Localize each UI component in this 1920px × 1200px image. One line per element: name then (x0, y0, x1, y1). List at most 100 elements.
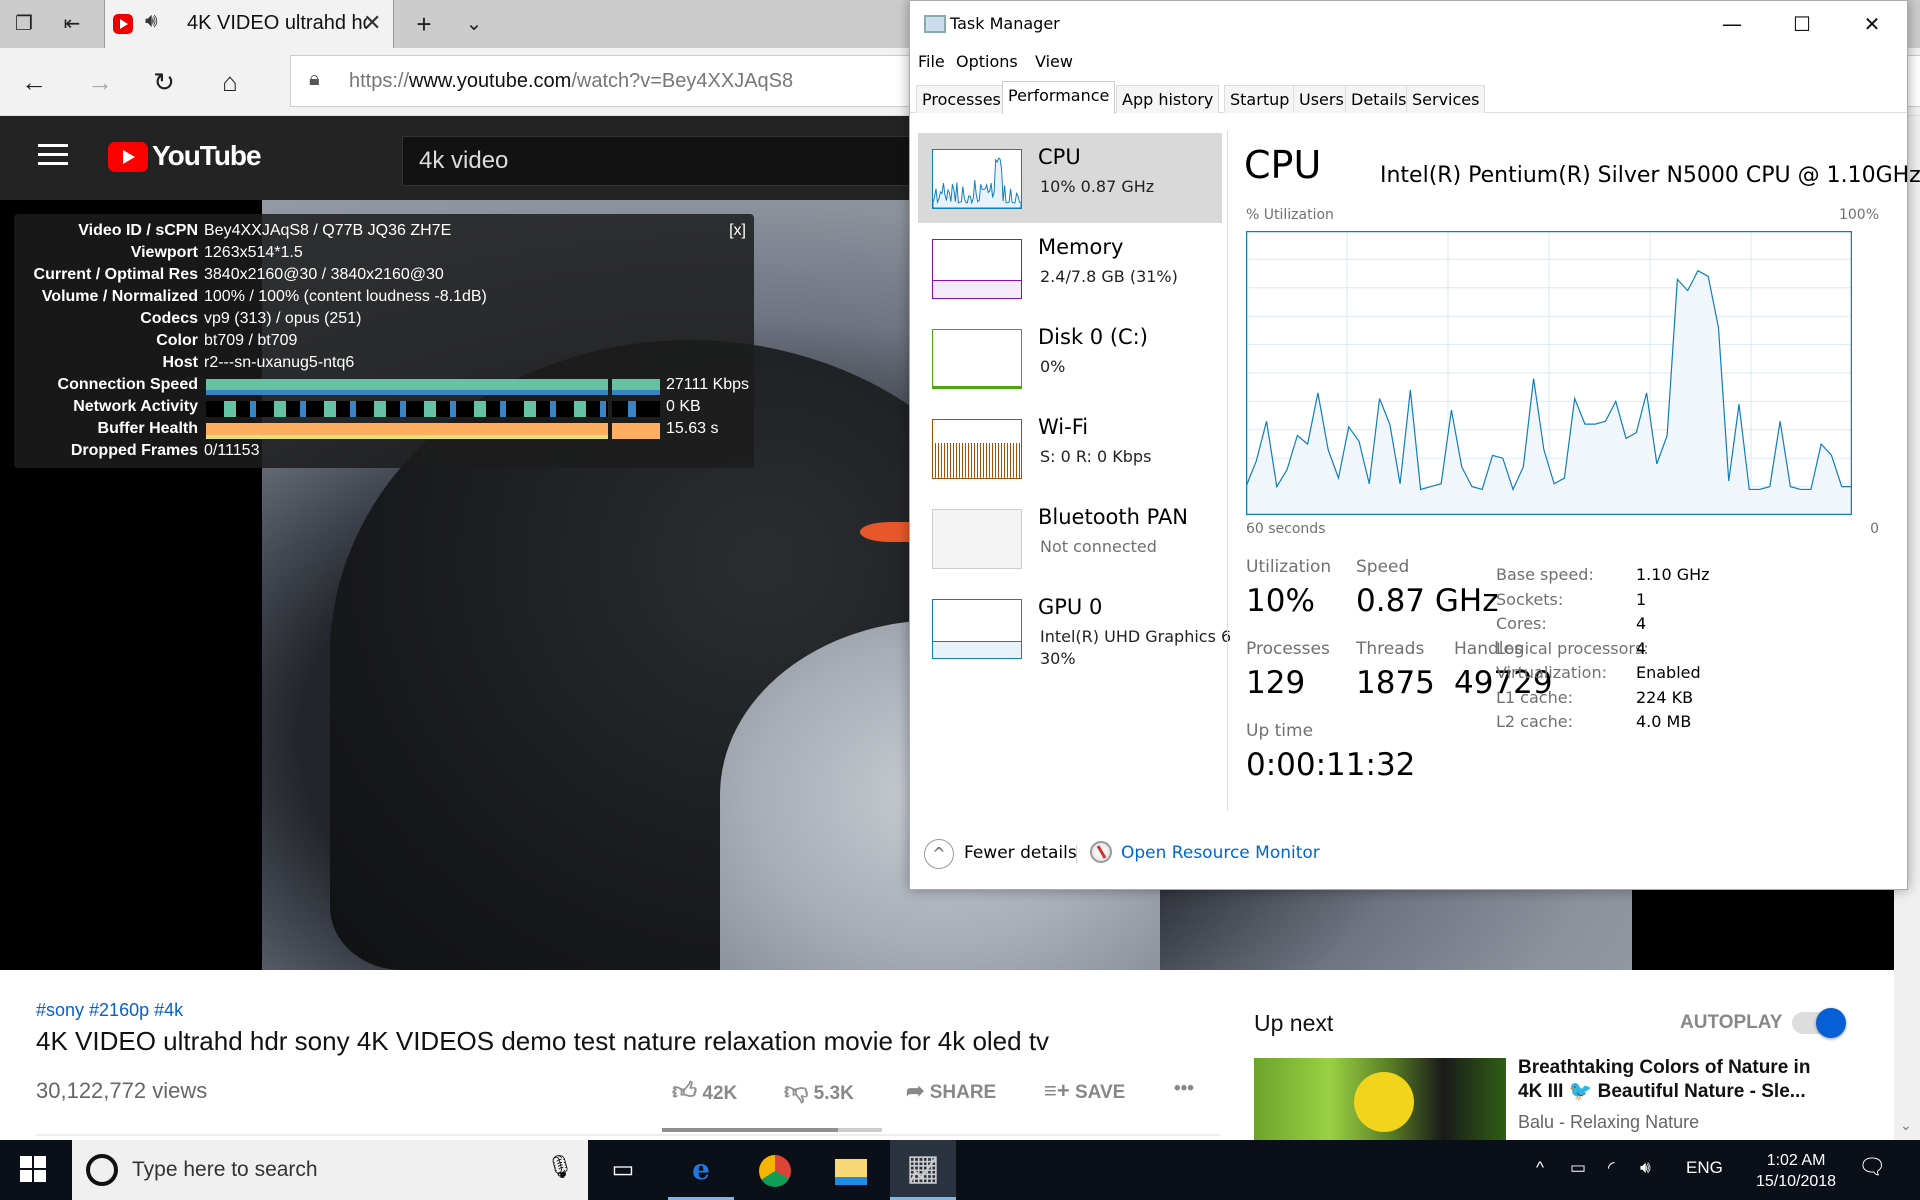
tab-preview-icon[interactable]: ❐ (10, 10, 38, 38)
threads-label: Threads (1356, 639, 1425, 659)
stats-row: Host r2---sn-uxanug5-ntq6 (162, 354, 355, 371)
youtube-logo-icon[interactable] (108, 142, 148, 172)
chrome-icon[interactable] (742, 1140, 808, 1200)
tab-strip: Processes Performance App history Startu… (910, 81, 1907, 114)
back-icon[interactable]: ← (16, 64, 52, 100)
wifi-icon[interactable]: ◜ (1608, 1158, 1615, 1178)
save-button[interactable]: ≡+ SAVE (1044, 1078, 1125, 1104)
spec-value: 4 (1636, 614, 1647, 633)
resource-monitor-icon (1090, 841, 1112, 863)
tab-performance[interactable]: Performance (1002, 81, 1116, 114)
wifi-sparkline (932, 419, 1022, 479)
bluetooth-sparkline (932, 509, 1022, 569)
like-button[interactable]: 👍︎ 42K (672, 1078, 737, 1106)
minimize-button[interactable]: — (1697, 1, 1767, 47)
cortana-icon[interactable] (86, 1154, 118, 1186)
edge-icon[interactable]: e (668, 1140, 734, 1200)
cpu-detail-pane: CPU Intel(R) Pentium(R) Silver N5000 CPU… (1232, 113, 1920, 813)
share-button[interactable]: ➦ SHARE (906, 1078, 996, 1104)
url-text: https://www.youtube.com/watch?v=Bey4XXJA… (349, 70, 794, 92)
home-icon[interactable]: ⌂ (212, 64, 248, 100)
title-bar[interactable]: Task Manager — ☐ ✕ (910, 1, 1907, 47)
connection-speed-graph-recent (612, 379, 660, 395)
more-actions-button[interactable]: ••• (1174, 1078, 1194, 1100)
spec-label: Base speed: (1496, 565, 1594, 584)
spec-value: 4 (1636, 638, 1647, 658)
language-indicator[interactable]: ENG (1686, 1158, 1723, 1178)
refresh-icon[interactable]: ↻ (146, 64, 182, 100)
task-manager-taskbar-icon[interactable]: 📈︎ (890, 1140, 956, 1200)
menu-icon[interactable] (38, 144, 68, 168)
uptime-value: 0:00:11:32 (1246, 747, 1416, 783)
file-explorer-icon[interactable] (818, 1140, 884, 1200)
video-info: #sony #2160p #4k 4K VIDEO ultrahd hdr so… (0, 970, 1920, 1140)
fewer-details-button[interactable]: Fewer details (964, 843, 1077, 863)
open-resource-monitor-link[interactable]: Open Resource Monitor (1121, 843, 1320, 863)
youtube-logo-text[interactable]: YouTube (152, 140, 262, 172)
autoplay-toggle[interactable] (1792, 1008, 1846, 1038)
maximize-button[interactable]: ☐ (1767, 1, 1837, 47)
hashtag-links[interactable]: #sony #2160p #4k (36, 1000, 183, 1021)
browser-tab[interactable]: 🔊︎ 4K VIDEO ultrahd hdr sony 4K VIDEOS d… (104, 0, 394, 48)
spec-value: 224 KB (1636, 687, 1694, 707)
sidebar-item-wifi[interactable]: Wi-Fi S: 0 R: 0 Kbps (918, 403, 1222, 493)
up-next-thumbnail[interactable] (1254, 1058, 1506, 1140)
windows-start-icon[interactable] (20, 1156, 48, 1184)
lock-icon: 🔒︎ (309, 68, 320, 90)
tab-startup[interactable]: Startup (1224, 85, 1296, 113)
buffer-health-graph-recent (612, 423, 660, 439)
spec-label: Cores: (1496, 614, 1547, 633)
search-input[interactable]: 4k video (402, 136, 922, 186)
spec-value: Enabled (1636, 663, 1701, 682)
new-tab-icon[interactable]: + (410, 10, 438, 38)
spec-value: 1.10 GHz (1636, 565, 1710, 584)
sidebar-item-disk[interactable]: Disk 0 (C:) 0% (918, 313, 1222, 403)
set-aside-tabs-icon[interactable]: ⇤ (58, 10, 86, 38)
menu-bar: File Options View (910, 47, 1907, 77)
processes-label: Processes (1246, 639, 1330, 659)
close-tab-icon[interactable]: ✕ (363, 10, 381, 36)
speaker-icon[interactable]: 🔊︎ (145, 10, 158, 33)
x-axis-start-label: 60 seconds (1246, 521, 1326, 537)
stats-row: Color bt709 / bt709 (156, 332, 298, 349)
window-title: Task Manager (950, 14, 1060, 33)
volume-icon[interactable]: 🔊︎ (1640, 1158, 1651, 1178)
tab-list-chevron-icon[interactable]: ⌄ (460, 10, 488, 38)
dropped-frames-row: Dropped Frames 0/11153 (70, 442, 260, 459)
footer-divider (1076, 845, 1077, 863)
spec-value: 1 (1636, 589, 1647, 609)
thumbs-down-icon: 👎︎ (784, 1078, 809, 1105)
tab-processes[interactable]: Processes (916, 85, 1007, 113)
processes-value: 129 (1246, 665, 1306, 701)
close-button[interactable]: ✕ (1837, 1, 1907, 47)
memory-sparkline (932, 239, 1022, 299)
microphone-icon[interactable]: 🎙︎ (546, 1154, 574, 1180)
task-manager-window: Task Manager — ☐ ✕ File Options View Pro… (909, 0, 1920, 890)
sidebar-item-gpu[interactable]: GPU 0 Intel(R) UHD Graphics 605 30% (918, 583, 1230, 673)
menu-options[interactable]: Options (956, 52, 1018, 71)
spec-value: 4.0 MB (1636, 712, 1692, 731)
battery-icon[interactable]: ▭ (1570, 1158, 1586, 1178)
dislike-button[interactable]: 👎︎ 5.3K (784, 1078, 854, 1106)
show-hidden-icons-chevron[interactable]: ^ (1536, 1158, 1544, 1178)
action-center-icon[interactable]: 🗨︎ (1858, 1154, 1886, 1180)
scroll-down-icon[interactable]: ⌄ (1900, 1117, 1912, 1134)
tab-details[interactable]: Details (1345, 85, 1413, 113)
sidebar-item-bluetooth[interactable]: Bluetooth PAN Not connected (918, 493, 1222, 583)
autoplay-label: AUTOPLAY (1680, 1012, 1783, 1033)
util-max-label: 100% (1838, 207, 1879, 223)
forward-icon[interactable]: → (82, 64, 118, 100)
taskbar-search-box[interactable]: Type here to search 🎙︎ (72, 1140, 588, 1200)
chevron-up-icon[interactable]: ^ (924, 839, 954, 869)
up-next-title[interactable]: Breathtaking Colors of Nature in 4K III … (1518, 1056, 1818, 1104)
up-next-channel[interactable]: Balu - Relaxing Nature (1518, 1112, 1699, 1133)
menu-file[interactable]: File (918, 52, 945, 71)
tab-app-history[interactable]: App history (1116, 85, 1220, 113)
sidebar-item-memory[interactable]: Memory 2.4/7.8 GB (31%) (918, 223, 1222, 313)
tab-users[interactable]: Users (1293, 85, 1350, 113)
task-view-icon[interactable]: ▭ (590, 1140, 656, 1200)
menu-view[interactable]: View (1035, 52, 1073, 71)
tab-services[interactable]: Services (1406, 85, 1486, 113)
clock[interactable]: 1:02 AM 15/10/2018 (1756, 1150, 1836, 1192)
sidebar-item-cpu[interactable]: CPU 10% 0.87 GHz (918, 133, 1222, 223)
